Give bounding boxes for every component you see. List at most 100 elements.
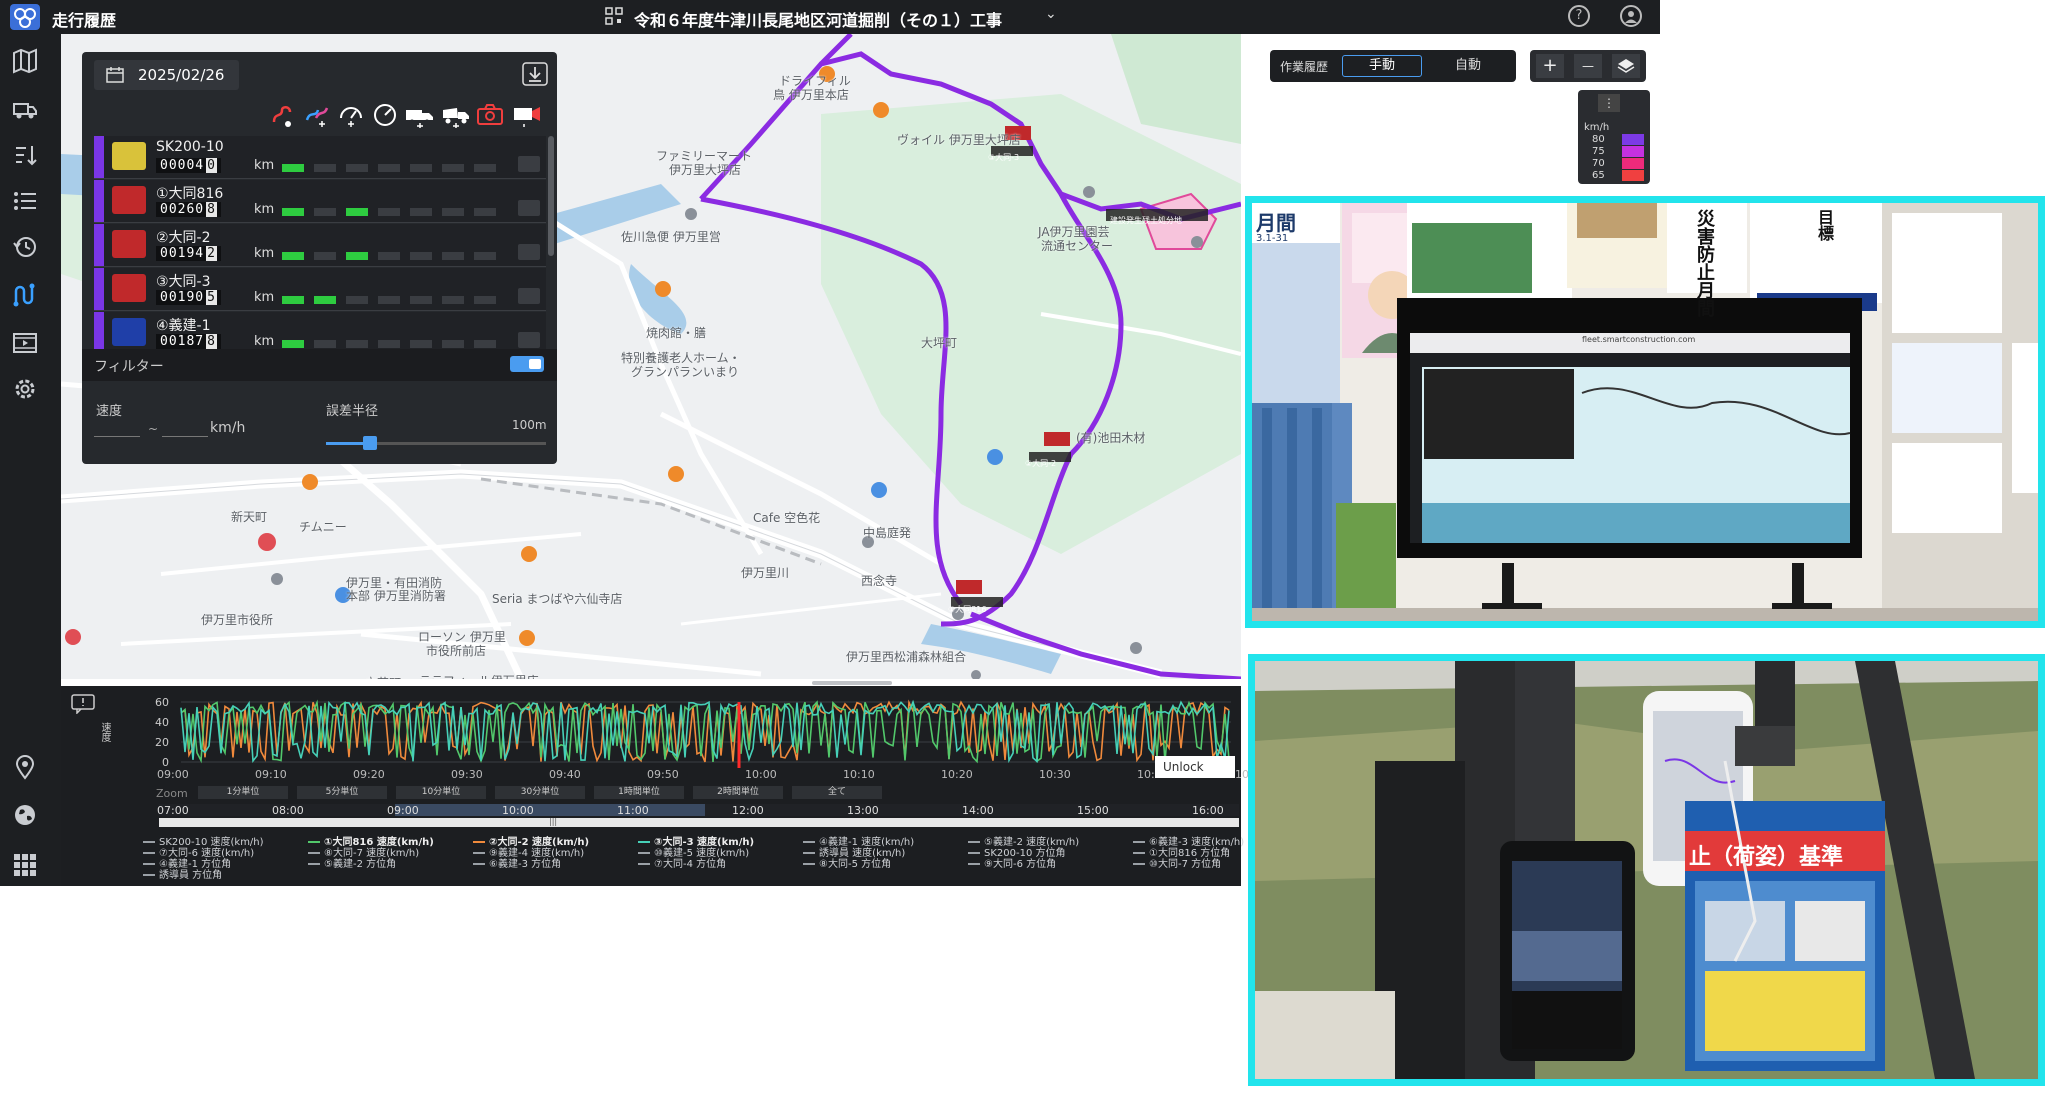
vehicle-odometer-unit: km	[254, 290, 275, 305]
map-place-label: Cafe 空色花	[753, 511, 821, 525]
chart-legend-item[interactable]: ⑦大同-4 方位角	[638, 855, 726, 870]
unlock-button[interactable]: Unlock	[1155, 756, 1235, 778]
truck-tag-label[interactable]: ②大同-2	[1025, 458, 1056, 469]
sensor-status-cell	[378, 164, 400, 172]
vehicle-name: SK200-10	[156, 139, 224, 155]
chart-x-tick: 09:20	[353, 768, 385, 781]
chart-legend-item[interactable]: ⑩大同-7 方位角	[1133, 855, 1221, 870]
chart-legend-item[interactable]: ⑧大同-5 方位角	[803, 855, 891, 870]
chart-legend-item[interactable]: ⑤義建-2 方位角	[308, 855, 396, 870]
chart-legend-item[interactable]: ⑥義建-3 方位角	[473, 855, 561, 870]
zoom-level-button[interactable]: 1分単位	[198, 786, 288, 799]
apps-grid-icon[interactable]	[12, 852, 38, 878]
account-icon[interactable]	[1620, 5, 1642, 27]
filter-toggle[interactable]	[510, 356, 544, 372]
chart-legend-item[interactable]: 誘導員 方位角	[143, 866, 222, 881]
route-history-icon[interactable]	[12, 282, 38, 308]
globe-icon[interactable]	[12, 802, 38, 828]
app-logo-icon[interactable]	[10, 4, 40, 30]
sensor-status-cell	[282, 340, 304, 348]
vehicle-action-button[interactable]	[518, 244, 540, 260]
camera-icon[interactable]	[476, 102, 504, 132]
sensor-status-cell	[314, 208, 336, 216]
route-multi-icon[interactable]	[304, 102, 330, 132]
vehicle-row[interactable]: ③大同-3 00190 5 km	[94, 268, 546, 311]
zoom-level-button[interactable]: 30分単位	[495, 786, 585, 799]
vehicle-row[interactable]: ②大同-2 00194 2 km	[94, 224, 546, 267]
speed-legend-value: 65	[1592, 170, 1605, 181]
speed-max-input[interactable]	[162, 436, 208, 437]
route-red-icon[interactable]	[270, 102, 296, 132]
sensor-status-cell	[346, 340, 368, 348]
poster-text-d: 目標	[1815, 209, 1834, 241]
zoom-level-button[interactable]: 1時間単位	[594, 786, 684, 799]
vehicle-row[interactable]: ①大同816 00260 8 km	[94, 180, 546, 223]
gauge-icon[interactable]	[372, 102, 398, 132]
vehicle-row[interactable]: SK200-10 00004 0 km	[94, 136, 546, 179]
speed-range-sep: ~	[148, 422, 159, 436]
calendar-icon	[106, 67, 124, 87]
more-vert-icon[interactable]: ⋮	[1598, 94, 1620, 112]
legend-swatch	[968, 863, 980, 865]
timeline-selection[interactable]	[395, 804, 705, 816]
chart-legend-item[interactable]: ⑨大同-6 方位角	[968, 855, 1056, 870]
map-icon[interactable]	[12, 48, 38, 74]
vehicle-action-button[interactable]	[518, 288, 540, 304]
legend-label: ⑤義建-2 方位角	[324, 859, 397, 870]
sensor-status-cell	[378, 208, 400, 216]
zoom-level-button[interactable]: 全て	[792, 786, 882, 799]
truck-icon[interactable]	[12, 96, 38, 122]
download-icon[interactable]	[522, 62, 548, 90]
truck-tag-label[interactable]: ③大同-3	[988, 152, 1019, 163]
zoom-label: Zoom	[156, 787, 188, 800]
chart-x-tick: 09:10	[255, 768, 287, 781]
chevron-down-icon[interactable]: ⌄	[1045, 6, 1057, 22]
error-radius-label: 誤差半径	[326, 404, 379, 419]
vehicle-action-button[interactable]	[518, 332, 540, 348]
zoom-level-button[interactable]: 10分単位	[396, 786, 486, 799]
speed-legend: ⋮ km/h 80 75 70 65	[1578, 90, 1650, 184]
vehicle-action-button[interactable]	[518, 156, 540, 172]
chat-icon[interactable]	[71, 694, 95, 718]
truck-tag-label[interactable]: 建設発生残土処分地	[1110, 215, 1182, 226]
location-pin-icon[interactable]	[12, 754, 38, 780]
chart-x-tick: 09:50	[647, 768, 679, 781]
dump-truck-icon[interactable]	[440, 102, 472, 132]
truck-filter-icon[interactable]	[404, 102, 436, 132]
truck-tag-label[interactable]: ①大同816	[948, 604, 986, 615]
help-icon[interactable]: ?	[1568, 5, 1590, 27]
vehicle-list-scrollbar[interactable]	[548, 136, 554, 256]
qr-icon[interactable]	[605, 7, 623, 25]
sort-list-icon[interactable]	[12, 142, 38, 168]
poster-text-c: 災害防止月間	[1694, 209, 1715, 317]
chart-splitter[interactable]	[812, 681, 892, 685]
error-radius-thumb[interactable]	[363, 436, 377, 450]
layers-icon[interactable]	[1612, 54, 1640, 78]
history-icon[interactable]	[12, 234, 38, 260]
speedometer-icon[interactable]	[338, 102, 364, 132]
zoom-in-button[interactable]: +	[1536, 54, 1564, 78]
gear-icon[interactable]	[12, 376, 38, 402]
video-icon[interactable]	[12, 330, 38, 356]
speed-chart[interactable]: 6040200	[111, 694, 1231, 774]
date-value: 2025/02/26	[138, 66, 225, 84]
speed-min-input[interactable]	[94, 436, 140, 437]
sensor-status-cell	[474, 340, 496, 348]
timeline-scrollbar[interactable]: |||	[159, 817, 1239, 827]
vehicle-action-button[interactable]	[518, 200, 540, 216]
poster-text-b: 3.1-31	[1256, 233, 1289, 244]
date-picker[interactable]: 2025/02/26	[94, 60, 239, 90]
zoom-out-button[interactable]: —	[1574, 54, 1602, 78]
zoom-level-button[interactable]: 2時間単位	[693, 786, 783, 799]
manual-button[interactable]: 手動	[1342, 55, 1422, 77]
project-title[interactable]: 令和６年度牛津川長尾地区河道掘削（その１）工事	[634, 7, 1002, 31]
list-icon[interactable]	[12, 188, 38, 214]
speed-legend-swatch	[1622, 158, 1644, 169]
speed-legend-value: 80	[1592, 134, 1605, 145]
zoom-level-button[interactable]: 5分単位	[297, 786, 387, 799]
video-camera-icon[interactable]	[512, 102, 542, 132]
auto-button[interactable]: 自動	[1428, 55, 1508, 77]
error-radius-slider[interactable]	[326, 436, 546, 450]
legend-swatch	[968, 841, 980, 843]
chart-x-tick: 09:40	[549, 768, 581, 781]
